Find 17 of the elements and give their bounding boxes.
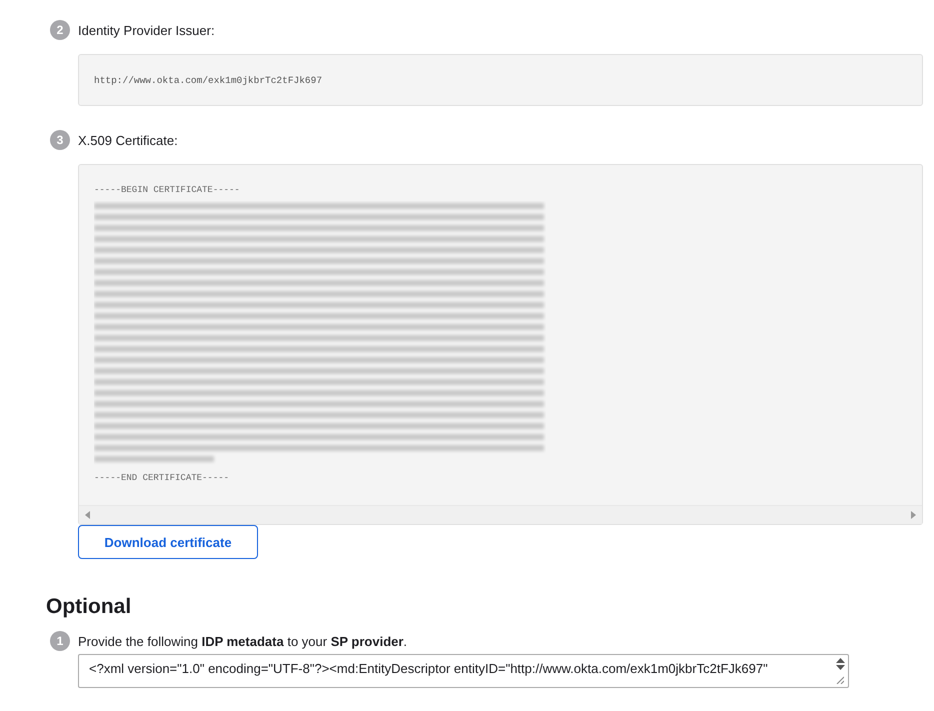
step-number: 3	[50, 130, 70, 150]
scroll-right-icon[interactable]	[910, 511, 916, 519]
spinner-arrows-icon[interactable]	[836, 658, 844, 670]
scroll-left-icon[interactable]	[85, 511, 91, 519]
certificate-begin: -----BEGIN CERTIFICATE-----	[94, 185, 241, 195]
resize-handle-icon[interactable]	[836, 676, 844, 684]
download-certificate-button[interactable]: Download certificate	[78, 525, 258, 559]
issuer-field[interactable]: http://www.okta.com/exk1m0jkbrTc2tFJk697	[78, 54, 923, 106]
step-number: 1	[50, 631, 70, 651]
certificate-end: -----END CERTIFICATE-----	[94, 473, 230, 483]
step-label: Identity Provider Issuer:	[78, 22, 215, 38]
section-heading: Optional	[46, 595, 132, 619]
step-label: Provide the following IDP metadata to your SP provider.	[78, 634, 408, 648]
metadata-textarea[interactable]: <?xml version="1.0" encoding="UTF-8"?><md:EntityDescriptor entityID="http://www.okta.com/exk1m0jkbrTc2tFJk697"	[78, 654, 849, 688]
step-label: X.509 Certificate:	[78, 132, 178, 148]
certificate-field[interactable]: -----BEGIN CERTIFICATE----- -----END CERTIFICATE-----	[78, 164, 923, 525]
step-number: 2	[50, 20, 70, 40]
